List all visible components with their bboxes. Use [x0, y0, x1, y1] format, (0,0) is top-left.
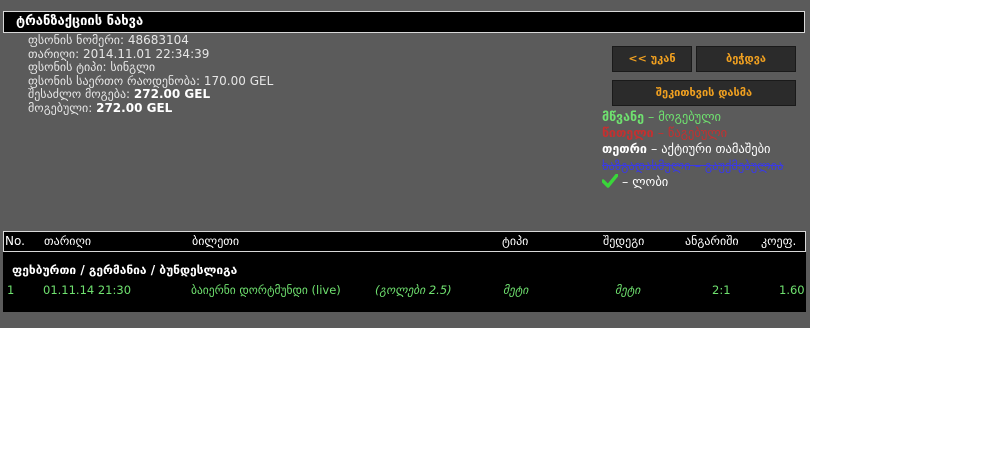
col-score: ანგარიში — [685, 234, 739, 248]
row-match: ბაიერნი დორტმუნდი (live) — [191, 283, 341, 297]
legend-lobby: – ლობი — [601, 173, 802, 190]
possible-win: შესაძლო მოგება: 272.00 GEL — [28, 87, 273, 102]
row-type: მეტი — [503, 283, 529, 297]
col-date: თარიღი — [44, 234, 92, 248]
ticket-date: თარიღი: 2014.11.01 22:34:39 — [28, 46, 210, 61]
legend-red-word: წითელი — [602, 125, 654, 141]
col-type: ტიპი — [502, 234, 529, 248]
col-result: შედეგი — [603, 234, 645, 248]
possible-win-value: 272.00 GEL — [133, 87, 211, 101]
legend-green-desc: – მოგებული — [648, 109, 721, 124]
col-odds: კოეფ. — [761, 234, 797, 248]
legend-active: თეთრი – აქტიური თამაშები — [602, 141, 802, 157]
transaction-panel: ტრანზაქციის ნახვა ფსონის ნომერი: 4868310… — [0, 0, 810, 328]
bets-table: ფეხბურთი / გერმანია / ბუნდესლიგა 1 01.11… — [3, 252, 806, 312]
check-icon — [601, 173, 619, 188]
legend-white-desc: – აქტიური თამაშები — [650, 141, 771, 157]
legend-red-desc: – წაგებული — [657, 125, 728, 141]
col-ticket: ბილეთი — [192, 234, 240, 248]
row-date: 01.11.14 21:30 — [43, 283, 132, 297]
row-bet: (გოლები 2.5) — [375, 283, 452, 297]
col-no: No. — [5, 234, 25, 248]
status-legend: მწვანე – მოგებული წითელი – წაგებული თეთრ… — [601, 109, 802, 190]
legend-lost: წითელი – წაგებული — [602, 125, 802, 141]
row-score: 2:1 — [712, 283, 731, 297]
possible-win-label: შესაძლო მოგება: — [28, 87, 131, 101]
won-label: მოგებული: — [28, 100, 93, 115]
legend-lobby-desc: – ლობი — [621, 173, 669, 189]
legend-won: მწვანე – მოგებული — [602, 109, 802, 125]
page-header: ტრანზაქციის ნახვა — [3, 11, 805, 33]
back-button[interactable]: << უკან — [612, 46, 692, 72]
legend-cancelled: ხაზგადასმული – გაუქმებულია — [602, 157, 784, 173]
won-amount: მოგებული: 272.00 GEL — [28, 100, 273, 116]
ticket-number: ფსონის ნომერი: 48683104 — [28, 33, 189, 47]
ask-question-button[interactable]: შეკითხვის დასმა — [612, 80, 796, 106]
row-result: მეტი — [615, 283, 641, 297]
table-header: No. თარიღი ბილეთი ტიპი შედეგი ანგარიში კ… — [3, 231, 806, 252]
ticket-info: ფსონის ნომერი: 48683104 თარიღი: 2014.11.… — [28, 33, 274, 116]
ticket-type: ფსონის ტიპი: სინგლი — [28, 60, 156, 74]
ticket-total-amount: ფსონის საერთო რაოდენობა: 170.00 GEL — [28, 73, 274, 88]
row-odds: 1.60 — [779, 283, 805, 297]
page-title: ტრანზაქციის ნახვა — [16, 14, 144, 29]
row-no: 1 — [7, 283, 15, 297]
legend-green-word: მწვანე — [602, 109, 645, 124]
won-value: 272.00 GEL — [96, 100, 173, 115]
league-title: ფეხბურთი / გერმანია / ბუნდესლიგა — [12, 263, 238, 277]
print-button[interactable]: ბეჭდვა — [696, 46, 796, 72]
legend-white-word: თეთრი — [602, 141, 647, 157]
